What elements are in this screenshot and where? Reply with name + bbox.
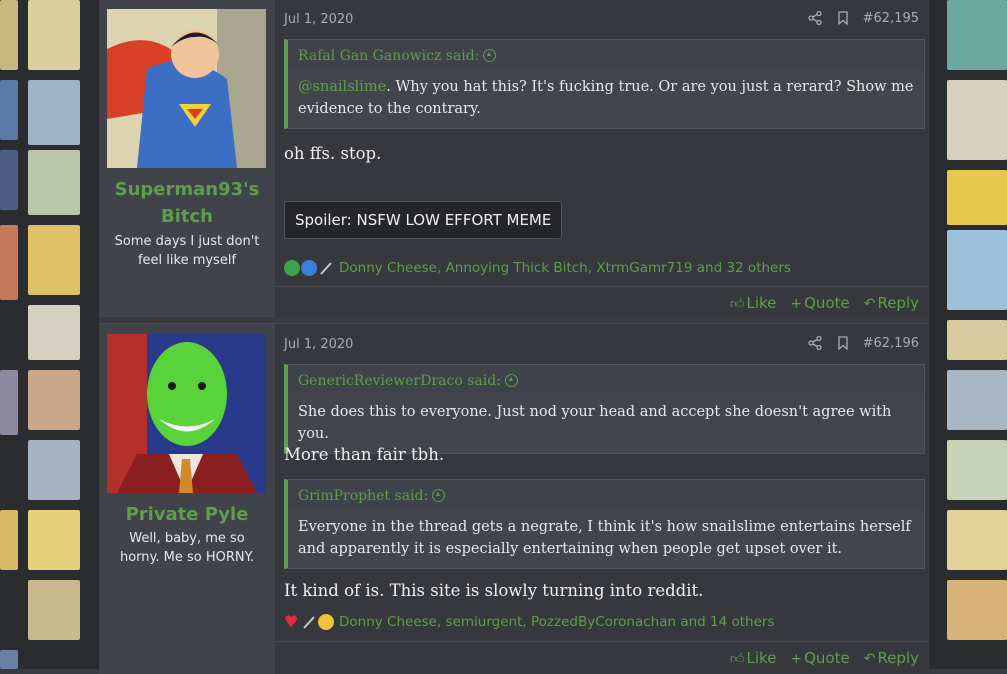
- quote-text: She does this to everyone. Just nod your…: [298, 404, 892, 442]
- post-body-line: More than fair tbh.: [284, 445, 445, 464]
- quote-text: @snailslime. Why you hat this? It's fuck…: [298, 79, 914, 117]
- quote-button[interactable]: + Quote: [790, 294, 849, 312]
- plus-icon: +: [790, 295, 803, 312]
- post-body-line: It kind of is. This site is slowly turni…: [284, 581, 704, 600]
- reactions-users[interactable]: Donny Cheese, Annoying Thick Bitch, Xtrm…: [339, 260, 791, 276]
- quote-block: Rafal Gan Ganowicz said: @snailslime. Wh…: [284, 39, 925, 129]
- post-actions: 👍︎ Like + Quote ↶ Reply: [275, 286, 929, 318]
- quote-author[interactable]: GenericReviewerDraco said:: [288, 365, 924, 393]
- like-button[interactable]: 👍︎ Like: [730, 294, 777, 312]
- reactions-bar[interactable]: ♥ Donny Cheese, semiurgent, PozzedByCoro…: [284, 614, 774, 630]
- post-date[interactable]: Jul 1, 2020: [284, 337, 353, 352]
- jump-up-icon[interactable]: [432, 489, 446, 502]
- user-mention[interactable]: @snailslime: [298, 79, 386, 95]
- post-date[interactable]: Jul 1, 2020: [284, 12, 353, 27]
- avatar[interactable]: [107, 334, 266, 493]
- quote-block: GenericReviewerDraco said: She does this…: [284, 364, 925, 454]
- username[interactable]: Superman93's Bitch: [99, 176, 275, 230]
- background-left: [0, 0, 99, 669]
- plus-icon: +: [790, 650, 803, 667]
- bookmark-icon[interactable]: [835, 335, 851, 351]
- spoiler-button[interactable]: Spoiler: NSFW LOW EFFORT MEME: [284, 201, 563, 239]
- post-body-line: oh ffs. stop.: [284, 144, 382, 163]
- post-tools: #62,195: [807, 10, 919, 26]
- thinking-face-icon: [318, 614, 334, 630]
- thumbs-up-icon: 👍︎: [729, 650, 745, 667]
- avatar[interactable]: [107, 9, 266, 168]
- background-right: [929, 0, 1007, 669]
- post-tools: #62,196: [807, 335, 919, 351]
- reply-icon: ↶: [863, 295, 876, 312]
- share-icon[interactable]: [807, 10, 823, 26]
- bookmark-icon[interactable]: [835, 10, 851, 26]
- like-reaction-icon: [301, 260, 317, 276]
- post-number[interactable]: #62,196: [863, 336, 919, 351]
- needle-icon: [301, 614, 317, 630]
- needle-icon: [318, 260, 334, 276]
- message-panel: Jul 1, 2020 #62,195 Rafal Gan Ganowicz s…: [275, 0, 929, 317]
- quote-text: Everyone in the thread gets a negrate, I…: [298, 519, 911, 557]
- user-title: Some days I just don't feel like myself: [114, 234, 260, 268]
- user-panel: Superman93's Bitch Some days I just don'…: [99, 0, 275, 317]
- reply-button[interactable]: ↶ Reply: [864, 649, 919, 667]
- quote-button[interactable]: + Quote: [790, 649, 849, 667]
- heart-icon: ♥: [284, 612, 299, 631]
- user-title: Well, baby, me so horny. Me so HORNY.: [119, 531, 255, 565]
- jump-up-icon[interactable]: [504, 374, 518, 387]
- username[interactable]: Private Pyle: [99, 501, 275, 528]
- post-62196: Private Pyle Well, baby, me so horny. Me…: [99, 323, 929, 674]
- reply-button[interactable]: ↶ Reply: [864, 294, 919, 312]
- jump-up-icon[interactable]: [483, 49, 497, 62]
- user-panel: Private Pyle Well, baby, me so horny. Me…: [99, 324, 275, 674]
- like-button[interactable]: 👍︎ Like: [730, 649, 777, 667]
- post-62195: Superman93's Bitch Some days I just don'…: [99, 0, 929, 317]
- thumbs-up-icon: 👍︎: [729, 295, 745, 312]
- message-panel: Jul 1, 2020 #62,196 GenericReviewerDraco…: [275, 324, 929, 674]
- post-actions: 👍︎ Like + Quote ↶ Reply: [275, 641, 929, 673]
- reply-icon: ↶: [863, 650, 876, 667]
- quote-author[interactable]: Rafal Gan Ganowicz said:: [288, 40, 924, 68]
- reactions-bar[interactable]: Donny Cheese, Annoying Thick Bitch, Xtrm…: [284, 260, 791, 276]
- quote-author[interactable]: GrimProphet said:: [288, 480, 924, 508]
- reactions-users[interactable]: Donny Cheese, semiurgent, PozzedByCorona…: [339, 614, 774, 630]
- share-icon[interactable]: [807, 335, 823, 351]
- quote-block: GrimProphet said: Everyone in the thread…: [284, 479, 925, 569]
- post-number[interactable]: #62,195: [863, 11, 919, 26]
- reaction-icon: [284, 260, 300, 276]
